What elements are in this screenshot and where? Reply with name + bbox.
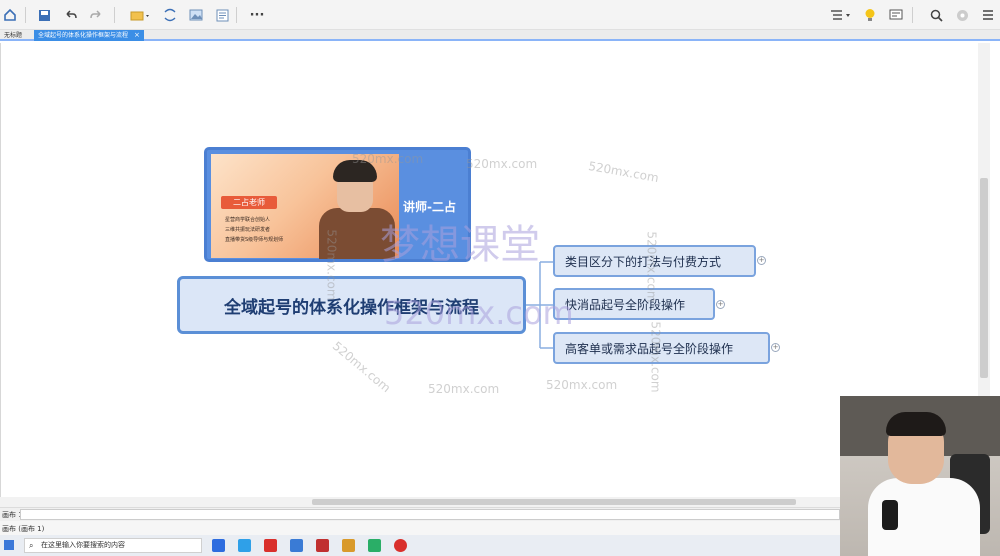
subtopic-label: 类目区分下的打法与付费方式 [565,254,722,269]
expand-icon[interactable]: + [771,343,780,352]
teacher-desc-line: 直播带货S级导师与规划师 [225,237,284,243]
watermark-text: 520mx.com [466,157,538,171]
scrollbar-thumb[interactable] [312,499,796,505]
watermark-logo: 梦想课堂 [380,222,540,268]
teacher-tag: 二占老师 [221,196,277,209]
watermark-text: 520mx.com [352,152,424,166]
teacher-desc-line: 三维共振玩法研发者 [225,227,271,233]
teacher-photo: 二占老师 星营商学联合创始人 三维共振玩法研发者 直播带货S级导师与规划师 [211,154,399,259]
watermark-text: 520mx.com [428,382,500,396]
subtopic-fmcg[interactable]: 快消品起号全阶段操作 [553,288,715,320]
taskbar-app-icon[interactable] [238,539,251,552]
webcam-overlay [840,396,1000,556]
subtopic-label: 快消品起号全阶段操作 [565,297,686,312]
sheet-area [20,509,840,520]
watermark-text: 520mx.com [324,229,339,301]
start-icon[interactable] [4,540,14,550]
status-text: 画布 (画布 1) [2,525,45,533]
presenter-hair [886,412,946,436]
taskbar-app-icon[interactable] [368,539,381,552]
taskbar-app-icon[interactable] [342,539,355,552]
taskbar-app-icon[interactable] [316,539,329,552]
watermark-text: 520mx.com [648,321,663,393]
expand-icon[interactable]: + [757,256,766,265]
watermark-logo: 520mx.com [384,294,574,332]
app-window: ··· 无标题 全域起号的体系化操作框架与流程 × 二占老师 星营商学联合创始人… [0,0,1000,556]
horizontal-scrollbar[interactable] [0,497,978,507]
taskbar-search-input[interactable]: ⌕ 在这里输入你要搜索的内容 [24,538,202,553]
taskbar-app-icon[interactable] [264,539,277,552]
watermark-text: 520mx.com [546,378,618,392]
search-icon: ⌕ [29,541,34,550]
microphone-icon [882,500,898,530]
teacher-desc-line: 星营商学联合创始人 [225,217,271,223]
watermark-text: 520mx.com [644,231,659,303]
scrollbar-thumb[interactable] [980,178,988,378]
expand-icon[interactable]: + [716,300,725,309]
search-placeholder: 在这里输入你要搜索的内容 [41,541,125,549]
taskbar-app-icon[interactable] [212,539,225,552]
taskbar-app-icon[interactable] [394,539,407,552]
taskbar-app-icon[interactable] [290,539,303,552]
